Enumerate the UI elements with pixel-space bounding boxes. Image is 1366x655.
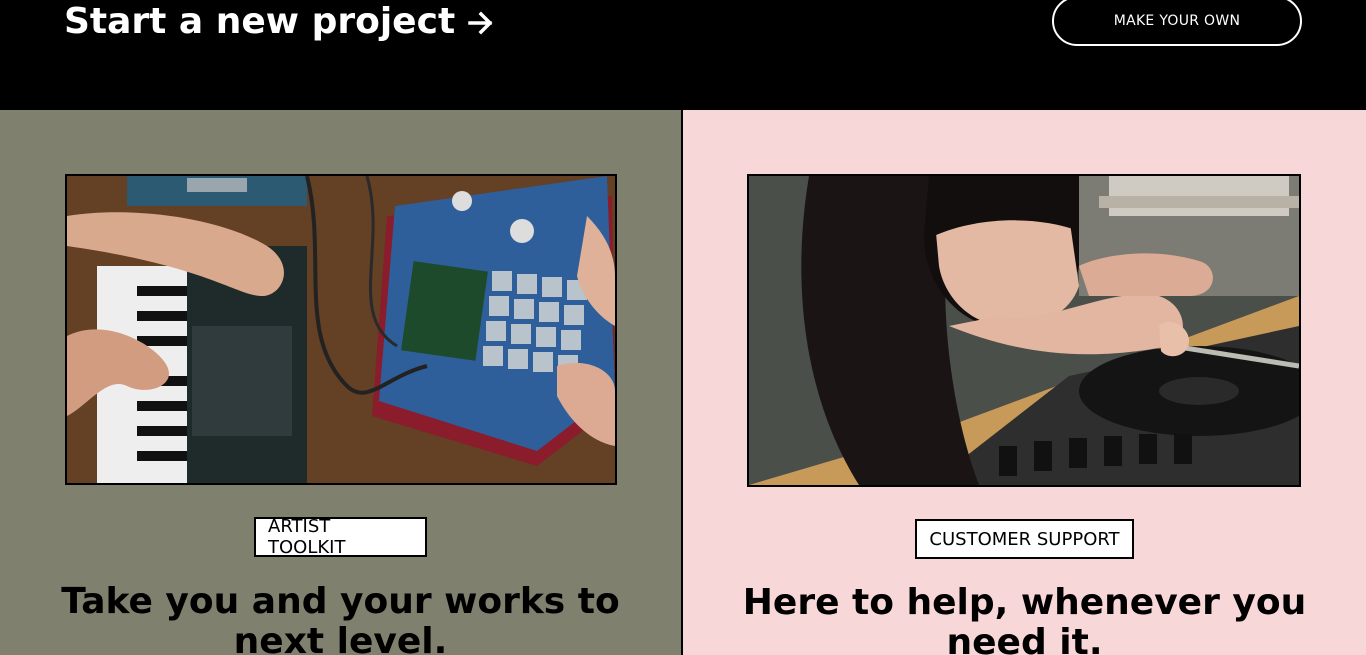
artist-toolkit-heading: Take you and your works to next level. [61, 581, 620, 655]
customer-support-heading: Here to help, whenever you need it. [742, 582, 1307, 655]
start-project-link[interactable]: Start a new project [64, 0, 495, 44]
artist-toolkit-card: ARTIST TOOLKIT Take you and your works t… [0, 110, 681, 655]
make-your-own-button[interactable]: MAKE YOUR OWN [1052, 0, 1302, 46]
customer-support-tag[interactable]: CUSTOMER SUPPORT [915, 519, 1134, 559]
customer-support-card: CUSTOMER SUPPORT Here to help, whenever … [683, 110, 1366, 655]
music-gear-photo[interactable] [65, 174, 617, 485]
top-banner: Start a new project MAKE YOUR OWN [0, 0, 1366, 110]
artist-toolkit-tag[interactable]: ARTIST TOOLKIT [254, 516, 427, 558]
turntable-photo[interactable] [747, 174, 1301, 487]
start-project-title: Start a new project [64, 1, 456, 42]
arrow-right-icon [467, 8, 495, 36]
